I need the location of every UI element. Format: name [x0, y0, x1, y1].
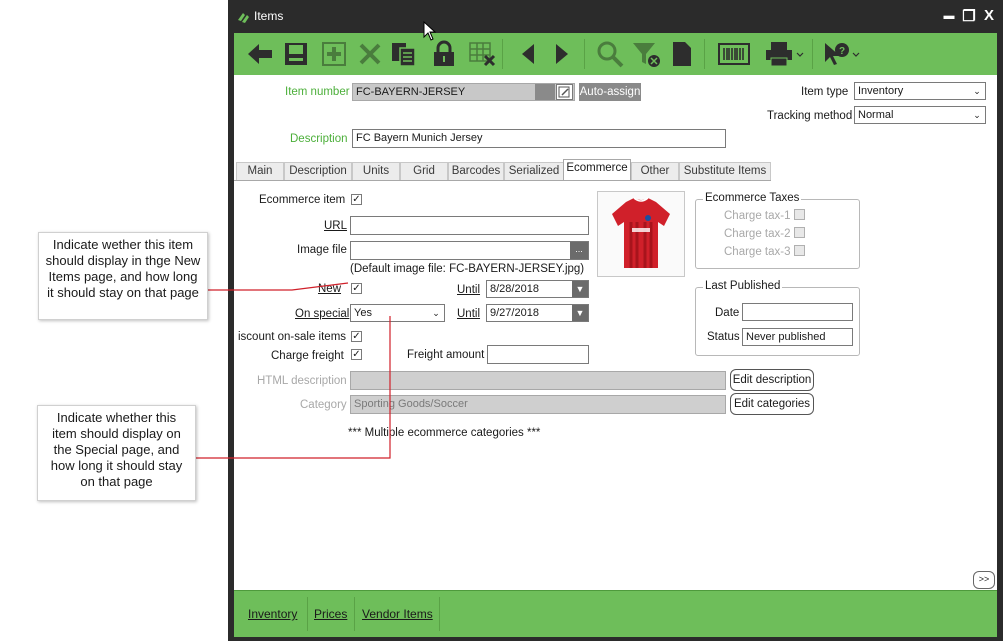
callout-special: Indicate whether this item should displa… [37, 405, 196, 501]
callout-new-items: Indicate wether this item should display… [38, 232, 208, 320]
callout-lines [196, 282, 391, 459]
mouse-cursor-icon [423, 21, 437, 41]
callout-line-special [196, 316, 391, 459]
callout-line-new [208, 282, 349, 291]
